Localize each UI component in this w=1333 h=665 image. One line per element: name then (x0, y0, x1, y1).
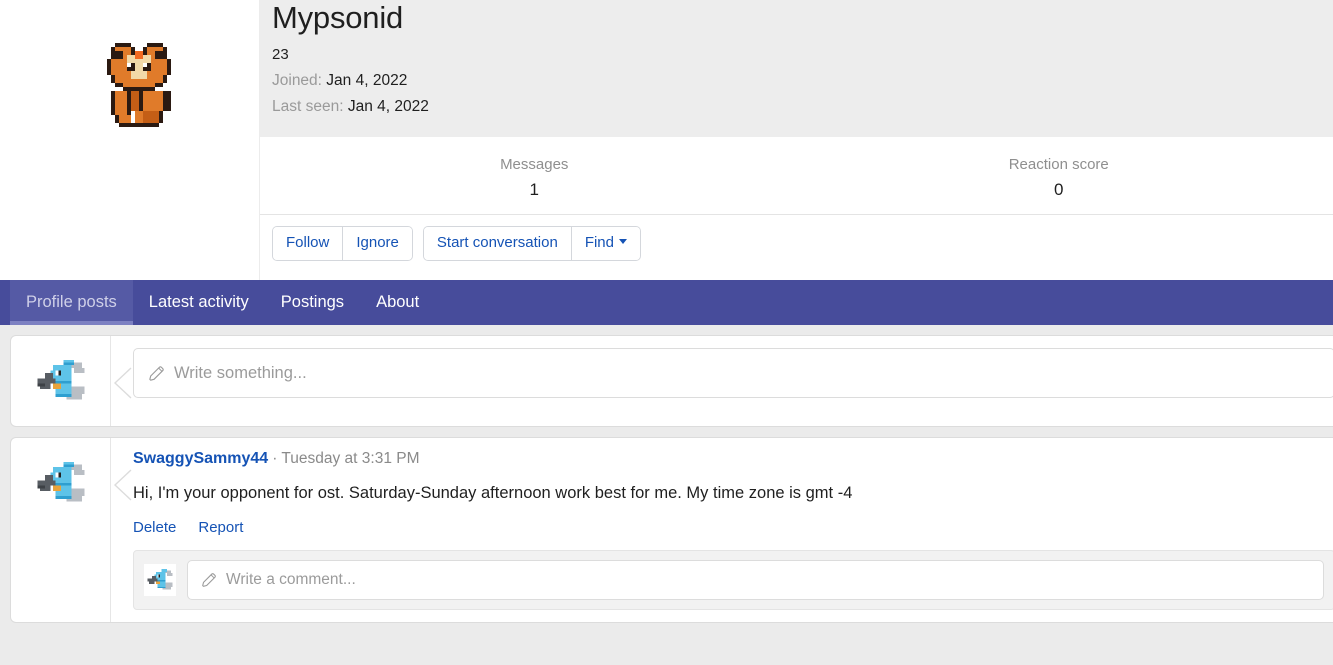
composer-main: Write something... (111, 336, 1333, 426)
teddiursa-sprite-avatar (91, 35, 187, 139)
last-seen-line: Last seen: Jan 4, 2022 (272, 99, 1333, 115)
composer-avatar-column (11, 336, 111, 426)
composer-card: Write something... (10, 335, 1333, 427)
post-main: SwaggySammy44· Tuesday at 3:31 PM Hi, I'… (111, 438, 1333, 622)
comment-composer: Write a comment... (133, 550, 1333, 610)
follow-ignore-group: Follow Ignore (272, 226, 413, 261)
post-timestamp: · Tuesday at 3:31 PM (272, 450, 419, 467)
profile-stats: Messages 1 Reaction score 0 (260, 137, 1333, 215)
profile-action-buttons: Follow Ignore Start conversation Find (260, 215, 1333, 261)
find-button[interactable]: Find (571, 227, 640, 260)
avatar[interactable] (20, 0, 258, 202)
write-comment-placeholder: Write a comment... (226, 571, 356, 589)
user-subtitle: 23 (272, 47, 1333, 63)
start-conversation-button[interactable]: Start conversation (424, 227, 571, 260)
post-author-link[interactable]: SwaggySammy44 (133, 450, 268, 467)
profile-posts-list: Write something... (0, 325, 1333, 665)
post-avatar-column (11, 438, 111, 622)
tab-label: Latest activity (149, 294, 249, 311)
avatar[interactable] (29, 349, 93, 413)
tab-about[interactable]: About (360, 280, 435, 325)
last-seen-label: Last seen: (272, 98, 344, 115)
tab-profile-posts[interactable]: Profile posts (10, 280, 133, 325)
tab-label: About (376, 294, 419, 311)
avatar[interactable] (144, 564, 176, 596)
last-seen-value: Jan 4, 2022 (348, 98, 429, 115)
mudkip-sprite-avatar (145, 565, 175, 595)
write-comment-input[interactable]: Write a comment... (187, 560, 1324, 600)
joined-value: Jan 4, 2022 (326, 72, 407, 89)
profile-tabs: Profile posts Latest activity Postings A… (0, 280, 1333, 325)
follow-button[interactable]: Follow (273, 227, 342, 260)
profile-identity-band: Mypsonid 23 Joined: Jan 4, 2022 Last see… (260, 0, 1333, 137)
joined-label: Joined: (272, 72, 322, 89)
profile-post-card: SwaggySammy44· Tuesday at 3:31 PM Hi, I'… (10, 437, 1333, 623)
conversation-find-group: Start conversation Find (423, 226, 641, 261)
ignore-button[interactable]: Ignore (342, 227, 412, 260)
tab-label: Postings (281, 294, 344, 311)
tab-label: Profile posts (26, 294, 117, 311)
profile-header: Mypsonid 23 Joined: Jan 4, 2022 Last see… (0, 0, 1333, 280)
report-link[interactable]: Report (198, 519, 243, 536)
tab-latest-activity[interactable]: Latest activity (133, 280, 265, 325)
write-something-placeholder: Write something... (174, 364, 307, 383)
avatar[interactable] (29, 451, 93, 515)
stat-messages: Messages 1 (272, 155, 797, 200)
stat-label: Reaction score (797, 155, 1322, 175)
delete-link[interactable]: Delete (133, 519, 176, 536)
speech-bubble-caret-icon (111, 468, 133, 502)
stat-value: 1 (272, 180, 797, 200)
chevron-down-icon (619, 239, 627, 244)
profile-avatar-column (0, 0, 260, 280)
stat-label: Messages (272, 155, 797, 175)
pencil-icon (200, 571, 218, 589)
stat-value: 0 (797, 180, 1322, 200)
pencil-icon (147, 364, 166, 383)
speech-bubble-caret-icon (111, 366, 133, 400)
joined-line: Joined: Jan 4, 2022 (272, 73, 1333, 89)
profile-header-right: Mypsonid 23 Joined: Jan 4, 2022 Last see… (260, 0, 1333, 280)
mudkip-sprite-avatar (32, 454, 90, 512)
find-button-label: Find (585, 234, 614, 251)
mudkip-sprite-avatar (32, 352, 90, 410)
post-actions: Delete Report (133, 519, 1333, 536)
write-something-input[interactable]: Write something... (133, 348, 1333, 398)
tab-postings[interactable]: Postings (265, 280, 360, 325)
stat-reaction-score: Reaction score 0 (797, 155, 1322, 200)
post-header: SwaggySammy44· Tuesday at 3:31 PM (133, 450, 1333, 468)
page-title: Mypsonid (272, 2, 1333, 33)
post-body: Hi, I'm your opponent for ost. Saturday-… (133, 483, 1333, 504)
